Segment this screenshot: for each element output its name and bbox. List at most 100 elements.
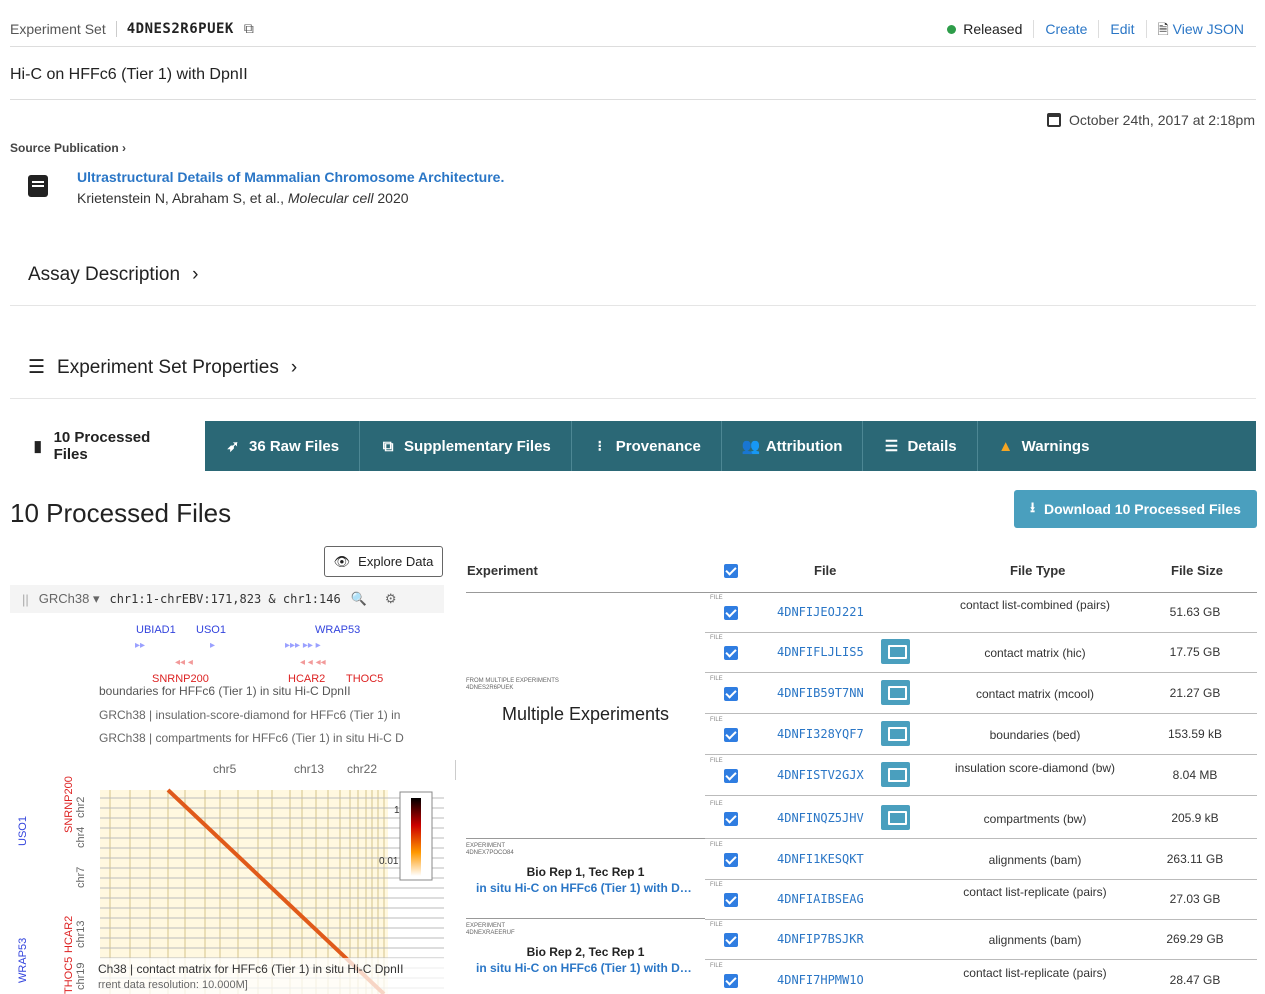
row-checkbox[interactable] <box>724 853 738 867</box>
row-checkbox[interactable] <box>724 933 738 947</box>
col-header-experiment[interactable]: Experiment <box>467 563 538 578</box>
file-accession-link[interactable]: 4DNFIB59T7NN <box>777 686 864 700</box>
file-accession-link[interactable]: 4DNFIFLJLIS5 <box>777 645 864 659</box>
experiment-name: Bio Rep 2, Tec Rep 1 <box>526 945 645 959</box>
locus-input[interactable]: chr1:1-chrEBV:171,823 & chr1:146 <box>109 592 340 606</box>
file-label: FILE <box>710 963 723 969</box>
source-publication-heading[interactable]: Source Publication › <box>10 141 126 155</box>
file-label: FILE <box>710 801 723 807</box>
file-label: FILE <box>710 842 723 848</box>
svg-text:◂◂ ◂: ◂◂ ◂ <box>175 657 193 668</box>
section-title: 10 Processed Files <box>10 498 232 528</box>
experiment-group: FROM MULTIPLE EXPERIMENTS 4DNES2R6PUEK M… <box>466 678 705 725</box>
file-accession-link[interactable]: 4DNFIP7BSJKR <box>777 932 864 946</box>
create-link[interactable]: Create <box>1033 20 1098 38</box>
tab-details[interactable]: ☰ Details <box>862 421 976 471</box>
svg-text:▸: ▸ <box>210 640 215 651</box>
track-label: boundaries for HFFc6 (Tier 1) in situ Hi… <box>99 684 351 698</box>
file-size: 269.29 GB <box>1166 932 1224 946</box>
gene-label: UBIAD1 <box>136 624 176 636</box>
file-accession-link[interactable]: 4DNFI1KESQKT <box>777 852 864 866</box>
visualize-icon[interactable] <box>881 639 910 664</box>
col-header-file[interactable]: File <box>814 563 836 578</box>
edit-link[interactable]: Edit <box>1098 20 1145 38</box>
tab-raw-files[interactable]: ➶ 36 Raw Files <box>205 421 359 471</box>
warning-icon: ▲ <box>998 437 1014 455</box>
table-row: FILE 4DNFI7HPMW1O contact list-replicate (… <box>705 961 1257 994</box>
higlass-viewer[interactable]: UBIAD1 USO1 WRAP53 SNRNP200 HCAR2 THOC5 … <box>10 618 444 994</box>
tab-warnings[interactable]: ▲ Warnings <box>976 421 1110 471</box>
assay-description-section[interactable]: Assay Description › <box>10 244 1256 306</box>
file-size: 28.47 GB <box>1169 973 1221 987</box>
download-button[interactable]: ⭳ Download 10 Processed Files <box>1014 490 1257 528</box>
colorbar-min: 0.01 <box>379 856 399 867</box>
resolution-label: rrent data resolution: 10.000M] <box>98 979 248 991</box>
date-created: October 24th, 2017 at 2:18pm <box>1046 112 1255 128</box>
item-type-label: Experiment Set <box>10 20 106 37</box>
col-header-file-type[interactable]: File Type <box>1010 563 1065 578</box>
select-all-checkbox[interactable] <box>724 564 738 578</box>
tab-provenance[interactable]: ⁝ Provenance <box>570 421 721 471</box>
gene-label: HCAR2 <box>63 916 75 953</box>
file-label: FILE <box>710 882 723 888</box>
tab-supplementary-files[interactable]: ⧉ Supplementary Files <box>359 421 571 471</box>
file-size: 205.9 kB <box>1171 811 1219 825</box>
gene-label: USO1 <box>17 816 29 846</box>
file-size: 263.11 GB <box>1166 852 1224 866</box>
status-badge: Released <box>936 20 1033 38</box>
file-icon: ▮ <box>33 438 42 455</box>
row-checkbox[interactable] <box>724 606 738 620</box>
file-type: contact list-replicate (pairs) <box>963 966 1107 980</box>
gear-icon[interactable]: ⚙ <box>385 591 397 607</box>
file-type: contact list-replicate (pairs) <box>963 885 1107 899</box>
tab-processed-files[interactable]: ▮ 10 Processed Files <box>10 421 205 471</box>
view-json-link[interactable]: 🗎 View JSON <box>1145 20 1255 38</box>
chevron-right-icon: › <box>192 263 199 285</box>
row-checkbox[interactable] <box>724 769 738 783</box>
row-checkbox[interactable] <box>724 728 738 742</box>
file-accession-link[interactable]: 4DNFISTV2GJX <box>777 768 864 782</box>
higlass-canvas[interactable]: UBIAD1 USO1 WRAP53 SNRNP200 HCAR2 THOC5 … <box>10 618 444 994</box>
visualize-icon[interactable] <box>881 721 910 746</box>
table-row: FILE 4DNFIJEOJ221 contact list-combined (p… <box>705 593 1257 633</box>
file-type: contact list-combined (pairs) <box>959 598 1111 612</box>
colorbar-max: 1 <box>394 805 400 816</box>
track-label: GRCh38 | insulation-score-diamond for HF… <box>99 708 400 722</box>
copy-icon[interactable]: ⧉ <box>244 20 254 37</box>
row-checkbox[interactable] <box>724 812 738 826</box>
assembly-select[interactable]: GRCh38 ▾ <box>39 591 100 607</box>
row-checkbox[interactable] <box>724 646 738 660</box>
file-label: FILE <box>710 758 723 764</box>
file-accession-link[interactable]: 4DNFIJEOJ221 <box>777 605 864 619</box>
file-accession-link[interactable]: 4DNFINQZ5JHV <box>777 811 864 825</box>
search-icon[interactable]: 🔍 <box>351 591 367 607</box>
row-checkbox[interactable] <box>724 974 738 988</box>
visualize-icon[interactable] <box>881 680 910 705</box>
col-header-file-size[interactable]: File Size <box>1171 563 1223 578</box>
publication-authors: Krietenstein N, Abraham S, et al., Molec… <box>77 190 409 206</box>
explore-data-button[interactable]: 👁 Explore Data <box>324 546 443 577</box>
table-row: FILE 4DNFIFLJLIS5 contact matrix (hic) 17.7… <box>705 633 1257 673</box>
list-icon: ☰ <box>28 357 46 378</box>
file-accession-link[interactable]: 4DNFI328YQF7 <box>777 727 864 741</box>
page-title: Hi-C on HFFc6 (Tier 1) with DpnII <box>10 66 248 83</box>
visualize-icon[interactable] <box>881 762 910 787</box>
file-type: alignments (bam) <box>988 853 1082 867</box>
row-checkbox[interactable] <box>724 893 738 907</box>
experiment-set-properties-section[interactable]: ☰ Experiment Set Properties › <box>10 337 1256 399</box>
file-accession-link[interactable]: 4DNFI7HPMW1O <box>777 973 864 987</box>
file-accession-link[interactable]: 4DNFIAIBSEAG <box>777 892 864 906</box>
file-type: boundaries (bed) <box>989 728 1081 742</box>
experiment-link[interactable]: in situ Hi-C on HFFc6 (Tier 1) with DpnI… <box>466 961 705 975</box>
experiment-name: Multiple Experiments <box>501 704 670 724</box>
experiment-link[interactable]: in situ Hi-C on HFFc6 (Tier 1) with DpnI… <box>466 881 705 895</box>
experiment-group: EXPERIMENT 4DNEX7POCO84 Bio Rep 1, Tec R… <box>466 843 705 895</box>
file-label: FILE <box>710 717 723 723</box>
row-checkbox[interactable] <box>724 687 738 701</box>
visualize-icon[interactable] <box>881 805 910 830</box>
table-row: FILE 4DNFIAIBSEAG contact list-replicate (… <box>705 880 1257 920</box>
publication-title-link[interactable]: Ultrastructural Details of Mammalian Chr… <box>77 169 504 185</box>
book-icon <box>28 175 48 197</box>
tab-attribution[interactable]: 👥 Attribution <box>720 421 863 471</box>
file-type: compartments (bw) <box>983 812 1087 826</box>
